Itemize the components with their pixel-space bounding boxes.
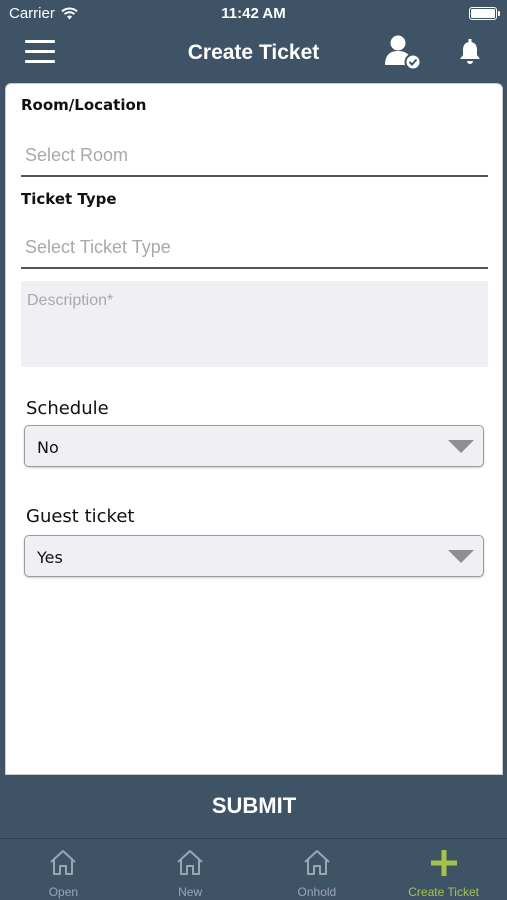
description-input[interactable]: Description*: [21, 281, 488, 367]
tab-bar: Open New Onhold Create Ticket: [0, 838, 507, 900]
tab-new[interactable]: New: [127, 839, 254, 900]
tab-open[interactable]: Open: [0, 839, 127, 900]
tab-label: New: [178, 885, 203, 899]
tab-label: Open: [48, 885, 79, 899]
room-label: Room/Location: [21, 96, 147, 114]
chevron-down-icon: [448, 550, 474, 563]
tab-label: Onhold: [297, 885, 337, 899]
tab-label: Create Ticket: [408, 885, 479, 899]
guest-ticket-value: Yes: [37, 548, 63, 567]
home-icon: [50, 850, 77, 875]
guest-ticket-label: Guest ticket: [26, 506, 135, 527]
tab-create-ticket[interactable]: Create Ticket: [380, 839, 507, 900]
guest-ticket-dropdown[interactable]: Yes: [24, 535, 484, 577]
schedule-dropdown[interactable]: No: [24, 425, 484, 467]
schedule-label: Schedule: [26, 398, 109, 419]
bell-icon[interactable]: [458, 39, 482, 65]
submit-button[interactable]: SUBMIT: [5, 775, 503, 836]
plus-icon: [430, 850, 457, 876]
nav-bar: Create Ticket: [0, 28, 507, 80]
user-check-icon[interactable]: [383, 33, 423, 71]
chevron-down-icon: [448, 440, 474, 453]
ticket-form: Room/Location Select Room Ticket Type Se…: [5, 83, 503, 775]
home-icon: [177, 850, 203, 875]
battery-icon: [469, 7, 500, 20]
clock: 11:42 AM: [221, 5, 286, 22]
schedule-value: No: [37, 438, 59, 457]
ticket-type-select-field[interactable]: Select Ticket Type: [21, 223, 488, 269]
room-select-field[interactable]: Select Room: [21, 131, 488, 177]
ticket-type-label: Ticket Type: [21, 190, 117, 208]
status-bar: Carrier 11:42 AM: [0, 0, 507, 28]
home-icon: [304, 850, 330, 875]
tab-onhold[interactable]: Onhold: [254, 839, 381, 900]
page-title: Create Ticket: [187, 41, 320, 64]
